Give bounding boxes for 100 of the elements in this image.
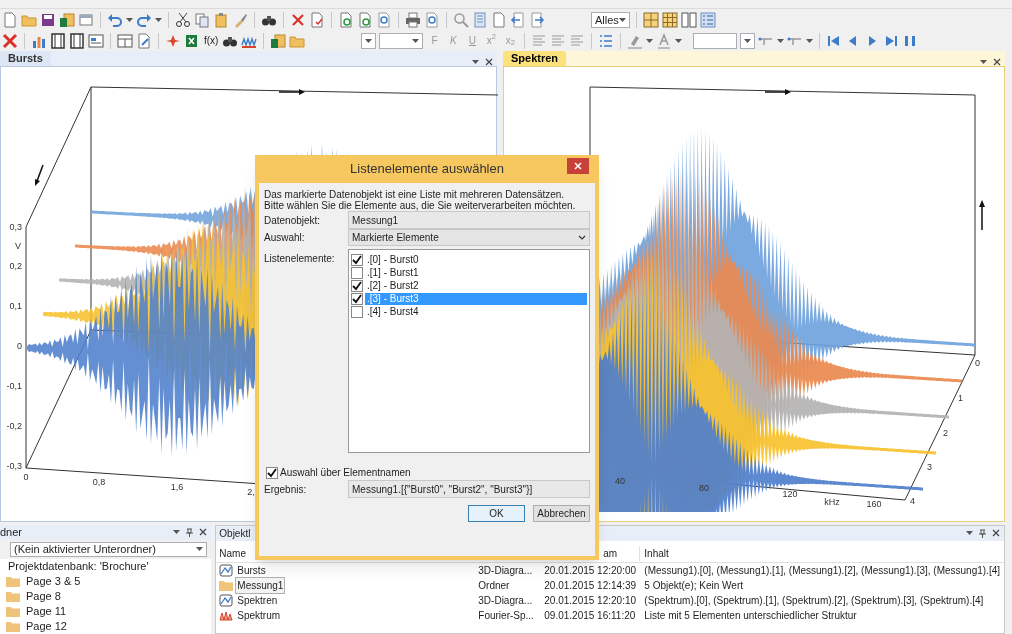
arrow-icon <box>764 88 791 95</box>
chart-delete-icon[interactable] <box>2 32 18 49</box>
selection-dropdown[interactable]: Markierte Elemente <box>348 229 590 246</box>
checkbox[interactable] <box>266 466 278 479</box>
spreadsheet-folder-icon[interactable] <box>270 32 287 49</box>
table-cell-text: Ordner <box>478 579 511 593</box>
table-cell-text: (Messung1).[0], (Messung1).[1], (Messung1).[2], (Messung1).[3], (Messung1).[4] <box>643 564 1001 578</box>
checkbox[interactable] <box>351 292 363 305</box>
arrow-icon <box>979 199 985 231</box>
tree-item[interactable]: Page 8 <box>6 589 212 604</box>
columns-icon[interactable] <box>680 11 697 28</box>
list-item[interactable]: .[0] - Burst0 <box>365 253 587 266</box>
tree-item[interactable]: Projektdatenbank: 'Brochure' <box>6 559 212 574</box>
grid-icon[interactable] <box>642 11 659 28</box>
document-icon[interactable] <box>376 11 392 28</box>
axis-unit-label: kHz <box>824 496 840 507</box>
pin-icon[interactable] <box>186 528 194 537</box>
list-view-icon[interactable] <box>699 11 716 28</box>
spreadsheet-icon[interactable] <box>184 32 200 49</box>
cut-icon[interactable] <box>175 11 191 28</box>
folder-icon <box>219 580 234 591</box>
print-preview-icon[interactable] <box>424 11 440 28</box>
grid-icon[interactable] <box>661 11 678 28</box>
table-cell-text: Liste mit 5 Elementen unterschiedlicher Struktur <box>643 609 858 623</box>
table-row[interactable]: Spektren 3D-Diagra... 20.01.2015 12:20:10 (Spektrum).[0], (Spektrum).[1], (Spektrum).[2], (Spektrum).[3], (Spektrum).[4] <box>216 593 1004 608</box>
axis-tick-label: 4 <box>910 495 915 506</box>
page-icon[interactable] <box>491 11 507 28</box>
document-check-icon[interactable] <box>309 11 325 28</box>
page-forward-icon[interactable] <box>529 11 545 28</box>
result-field: Messung1.[{"Burst0", "Burst2", "Burst3"}] <box>348 480 590 498</box>
ok-button[interactable]: OK <box>468 505 525 522</box>
card-icon[interactable] <box>88 32 104 49</box>
list-item[interactable]: .[2] - Burst2 <box>365 279 587 292</box>
close-icon[interactable] <box>993 57 1001 66</box>
search-icon[interactable] <box>453 11 469 28</box>
axis-tick-label: 0 <box>23 471 29 482</box>
delete-icon[interactable] <box>290 11 306 28</box>
frame-icon[interactable] <box>50 32 66 49</box>
table-cell: Messung1 <box>235 577 286 594</box>
caret-icon <box>646 38 654 43</box>
tree-item[interactable]: Page 3 & 5 <box>6 574 212 589</box>
column-header[interactable]: Inhalt <box>640 546 1004 562</box>
checkbox[interactable] <box>351 279 363 292</box>
table-row[interactable]: Messung1 Ordner 20.01.2015 12:14:39 5 Objekt(e); Kein Wert <box>216 578 1004 593</box>
checkbox[interactable] <box>351 253 363 266</box>
dialog-title: Listenelemente auswählen <box>350 160 504 179</box>
table-row[interactable]: Bursts 3D-Diagra... 20.01.2015 12:20:00 (Messung1).[0], (Messung1).[1], (Messung1).[2], (Messung1).[3], (Messung1).[4] <box>216 563 1004 578</box>
dropdown[interactable]: Alles <box>591 11 630 28</box>
function-button[interactable]: f(x) <box>203 33 220 49</box>
axis-tick-label: 3 <box>927 461 932 472</box>
edit-document-icon[interactable] <box>136 32 152 49</box>
save-icon[interactable] <box>40 11 56 28</box>
copy-icon[interactable] <box>194 11 210 28</box>
print-icon[interactable] <box>405 11 421 28</box>
caret-icon <box>365 38 373 43</box>
chart-icon <box>219 594 234 607</box>
chart-icon <box>219 564 234 577</box>
close-icon[interactable] <box>992 529 1000 538</box>
close-button[interactable] <box>567 158 589 174</box>
layout-icon[interactable] <box>117 32 133 49</box>
table-cell-text: Fourier-Sp... <box>478 609 535 623</box>
tree-item[interactable]: Page 11 <box>6 604 212 619</box>
table-cell-text: Spektrum <box>236 609 282 623</box>
redo-icon[interactable] <box>136 11 152 28</box>
pin-icon[interactable] <box>979 529 986 538</box>
arrow-icon <box>278 88 305 95</box>
tree-item[interactable]: Page 12 <box>6 619 212 634</box>
document-tab[interactable]: Spektren <box>503 50 567 66</box>
checkbox[interactable] <box>351 305 363 318</box>
dropdown[interactable] <box>740 32 756 49</box>
number-field[interactable] <box>693 32 738 49</box>
checkbox-label: Auswahl über Elementnamen <box>280 466 411 480</box>
font-color-icon[interactable] <box>656 32 673 49</box>
bullet-list-icon[interactable] <box>598 32 615 49</box>
close-icon[interactable] <box>199 528 208 537</box>
checkbox[interactable] <box>351 266 363 279</box>
axis-tick-label: 120 <box>782 488 798 499</box>
list-item[interactable]: .[1] - Burst1 <box>365 266 587 279</box>
list-item[interactable]: .[4] - Burst4 <box>365 305 587 318</box>
columns-icon[interactable] <box>69 32 85 49</box>
caret-icon <box>412 38 420 43</box>
instruction-text: Das markierte Datenobjekt ist eine Liste mit mehreren Datensätzen. <box>264 189 565 200</box>
axis-tick-label: 1,6 <box>170 481 184 492</box>
document-tab[interactable]: Bursts <box>0 50 51 66</box>
new-file-icon[interactable] <box>2 11 18 28</box>
close-icon[interactable] <box>485 57 493 66</box>
refresh-document-icon[interactable] <box>357 11 373 28</box>
folder-icon <box>6 621 20 632</box>
spectrum-icon <box>219 609 234 622</box>
cancel-button[interactable]: Abbrechen <box>533 505 590 522</box>
dropdown[interactable] <box>361 32 377 49</box>
caret-icon <box>806 38 814 43</box>
close-icon <box>574 162 582 170</box>
table-cell-text: 5 Objekt(e); Kein Wert <box>643 579 745 593</box>
table-cell-text: 3D-Diagra... <box>478 594 534 608</box>
page-back-icon[interactable] <box>510 11 526 28</box>
table-row[interactable]: Spektrum Fourier-Sp... 09.01.2015 16:11:20 Liste mit 5 Elementen unterschiedlicher Struktur <box>216 608 1004 623</box>
spreadsheet-folder-icon[interactable] <box>59 11 75 28</box>
refresh-document-icon[interactable] <box>338 11 354 28</box>
subfolder-dropdown[interactable]: (Kein aktivierter Unterordner) <box>10 542 208 557</box>
